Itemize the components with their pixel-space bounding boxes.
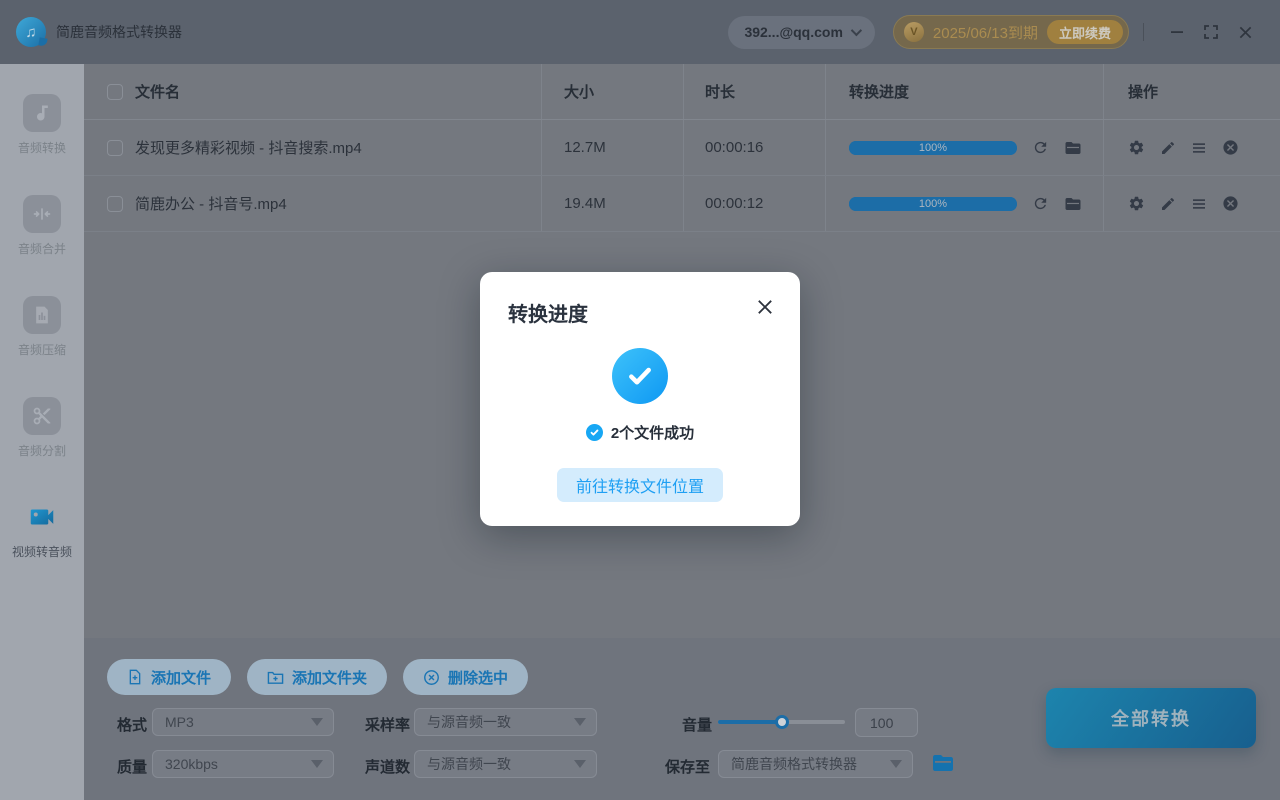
progress-value: 100% — [849, 141, 1017, 155]
progress-bar: 100% — [849, 197, 1017, 211]
go-to-files-button[interactable]: 前往转换文件位置 — [557, 468, 723, 502]
progress-bar: 100% — [849, 141, 1017, 155]
success-count-text: 2个文件成功 — [611, 422, 694, 443]
success-check-icon — [612, 348, 668, 404]
check-circle-icon — [586, 424, 603, 441]
progress-value: 100% — [849, 197, 1017, 211]
conversion-progress-modal: 转换进度 2个文件成功 前往转换文件位置 — [480, 272, 800, 526]
status-row: 2个文件成功 — [480, 422, 800, 443]
modal-title: 转换进度 — [508, 298, 588, 327]
modal-overlay: 转换进度 2个文件成功 前往转换文件位置 — [0, 0, 1280, 800]
close-icon[interactable] — [752, 294, 778, 320]
